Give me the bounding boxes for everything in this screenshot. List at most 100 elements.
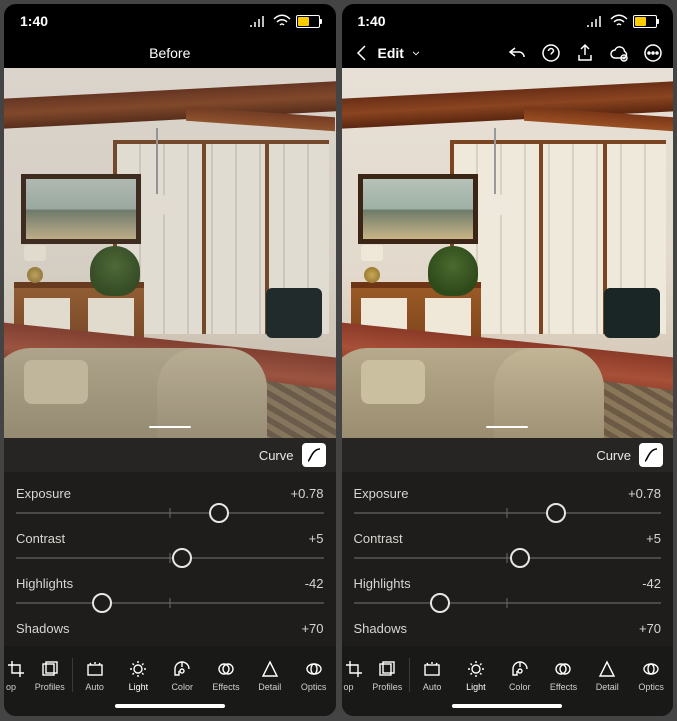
slider-knob[interactable] [430,593,450,613]
curve-label: Curve [596,448,631,463]
help-icon[interactable] [541,43,561,63]
tool-optics[interactable]: Optics [292,646,336,704]
slider-knob[interactable] [209,503,229,523]
slider-track[interactable] [16,593,324,613]
slider-knob[interactable] [92,593,112,613]
tool-auto[interactable]: Auto [410,646,454,704]
photo-preview[interactable] [342,68,674,438]
tool-label: Light [466,682,486,692]
slider-value: +5 [309,531,324,546]
toolbar: op Profiles Auto Light Color Effects Detail Opt… [342,646,674,704]
chevron-down-icon[interactable] [410,43,422,63]
tool-detail[interactable]: Detail [585,646,629,704]
tool-label: Light [129,682,149,692]
slider-value: +70 [639,621,661,636]
tool-label: Detail [258,682,281,692]
light-icon [128,659,148,679]
slider-label: Shadows [16,621,69,636]
undo-icon[interactable] [507,43,527,63]
cloud-icon[interactable] [609,43,629,63]
tool-label: Profiles [372,682,402,692]
light-icon [466,659,486,679]
home-indicator[interactable] [342,704,674,716]
slider-label: Exposure [16,486,71,501]
sliders-panel: Exposure+0.78Contrast+5Highlights-42Shad… [4,472,336,646]
slider-value: +0.78 [291,486,324,501]
auto-icon [85,659,105,679]
color-icon [510,659,530,679]
back-icon[interactable] [352,43,372,63]
battery-icon [296,15,320,28]
tool-label: Effects [550,682,577,692]
tool-effects[interactable]: Effects [542,646,586,704]
curve-button[interactable] [639,443,663,467]
more-icon[interactable] [643,43,663,63]
profiles-icon [377,659,397,679]
slider-track[interactable] [354,548,662,568]
status-time: 1:40 [20,13,48,29]
curve-row: Curve [342,438,674,472]
status-bar: 1:40 [342,4,674,38]
tool-label: Optics [301,682,327,692]
tool-detail[interactable]: Detail [248,646,292,704]
curve-button[interactable] [302,443,326,467]
slider-track[interactable] [16,548,324,568]
tool-label: Color [171,682,193,692]
share-icon[interactable] [575,43,595,63]
slider-value: -42 [642,576,661,591]
curve-row: Curve [4,438,336,472]
crop-icon [344,659,364,679]
slider-label: Contrast [16,531,65,546]
tool-effects[interactable]: Effects [204,646,248,704]
tool-color[interactable]: Color [498,646,542,704]
drag-handle[interactable] [149,426,191,428]
wifi-icon [272,11,292,31]
slider-label: Highlights [354,576,411,591]
tool-light[interactable]: Light [117,646,161,704]
slider-track[interactable] [354,593,662,613]
header: Edit [342,38,674,68]
tool-crop[interactable]: op [342,646,366,704]
signal-icon [585,11,605,31]
slider-value: +0.78 [628,486,661,501]
slider-knob[interactable] [546,503,566,523]
tool-label: Auto [423,682,442,692]
header-title: Before [4,45,336,61]
header: Before [4,38,336,68]
tool-label: op [344,682,354,692]
tool-label: Optics [638,682,664,692]
effects-icon [553,659,573,679]
crop-icon [6,659,26,679]
tool-crop[interactable]: op [4,646,28,704]
home-indicator[interactable] [4,704,336,716]
curve-label: Curve [259,448,294,463]
signal-icon [248,11,268,31]
profiles-icon [40,659,60,679]
tool-label: Profiles [35,682,65,692]
slider-knob[interactable] [172,548,192,568]
phone-edit: 1:40 Edit [342,4,674,716]
slider-track[interactable] [354,503,662,523]
tool-optics[interactable]: Optics [629,646,673,704]
tool-label: Color [509,682,531,692]
auto-icon [422,659,442,679]
tool-profiles[interactable]: Profiles [365,646,409,704]
phone-before: 1:40 Before Curve Exposure +0.78 Contrast +… [4,4,336,716]
slider-track[interactable] [16,503,324,523]
tool-auto[interactable]: Auto [73,646,117,704]
detail-icon [597,659,617,679]
tool-color[interactable]: Color [160,646,204,704]
sliders-panel: Exposure+0.78Contrast+5Highlights-42Shad… [342,472,674,646]
photo-preview[interactable] [4,68,336,438]
tool-light[interactable]: Light [454,646,498,704]
slider-label: Exposure [354,486,409,501]
slider-label: Highlights [16,576,73,591]
drag-handle[interactable] [486,426,528,428]
status-time: 1:40 [358,13,386,29]
header-title[interactable]: Edit [378,45,404,61]
tool-label: op [6,682,16,692]
slider-value: +5 [646,531,661,546]
tool-profiles[interactable]: Profiles [28,646,72,704]
wifi-icon [609,11,629,31]
slider-knob[interactable] [510,548,530,568]
